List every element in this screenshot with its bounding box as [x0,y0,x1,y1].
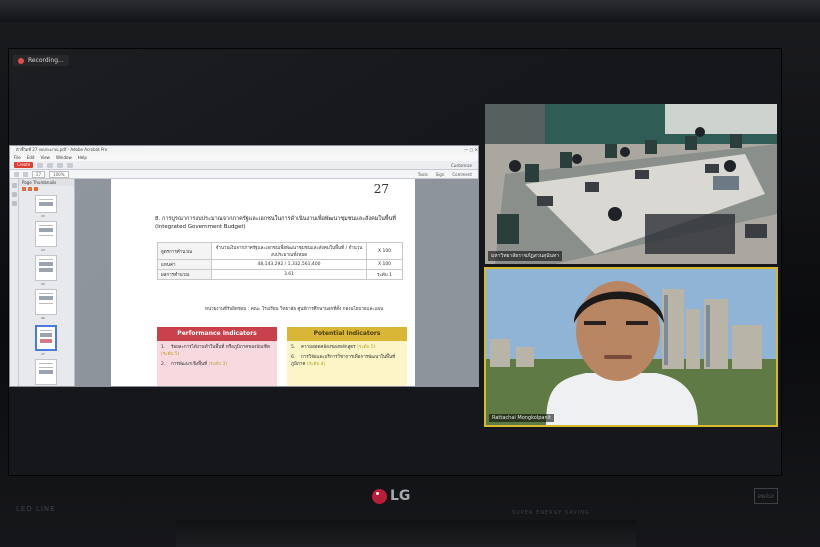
energy-cert-badge: ENERGY [754,488,778,504]
tab-tools[interactable]: Tools [418,172,428,177]
pdf-menu-bar: File Edit View Window Help [10,154,478,161]
monitor-model-label: LED LINE [16,505,56,513]
substitution-label: แทนค่า [157,259,212,270]
bookmarks-icon[interactable] [11,192,17,197]
window-controls[interactable]: — ▢ ✕ [464,146,478,154]
page-thumbnail[interactable] [35,195,57,213]
speaker-video-tile[interactable]: Rattachai Mongkolpanit [484,267,778,427]
navigation-pane-bar [10,179,19,386]
thumbnails-panel-title: Page Thumbnails [19,179,74,186]
formula-multiplier: X 100 [366,242,403,260]
performance-indicators-title: Performance Indicators [157,327,277,341]
page-thumbnail[interactable] [35,255,57,281]
pdf-title-bar: ตัวชี้วัดที่ 27 งบประมาณ.pdf - Adobe Acr… [10,146,478,154]
prev-page-icon[interactable] [14,171,19,177]
thumbnail-delete-icon[interactable] [28,187,32,191]
table-row: สูตรการคำนวณ จำนวนเงินจากภาครัฐและเอกชนเ… [157,242,403,260]
page-thumbnail[interactable] [35,289,57,315]
thumbnail-page-number: 27 [41,352,45,356]
pdf-viewer-window: ตัวชี้วัดที่ 27 งบประมาณ.pdf - Adobe Acr… [9,145,479,387]
result-value: 3.61 [211,269,367,280]
pdf-toolbar: Create Customize [10,161,478,170]
menu-file[interactable]: File [14,154,21,161]
thumbnail-page-number: 28 [41,386,45,387]
brand-logo: LG [372,488,410,504]
email-icon[interactable] [67,162,74,168]
room-participant-label: มหาวิทยาลัยราชภัฏสวนสุนันทา [488,251,563,261]
page-thumbnail[interactable] [35,359,57,385]
menu-edit[interactable]: Edit [27,154,35,161]
page-thumbnail[interactable] [35,221,57,247]
page-thumbnail-selected[interactable] [35,325,57,351]
formula-label: สูตรการคำนวณ [157,242,212,260]
meeting-room-video [485,104,777,264]
pdf-body: Page Thumbnails 23 24 25 26 27 28 [10,179,478,386]
open-icon[interactable] [37,162,44,168]
customize-button[interactable]: Customize [451,163,472,168]
potential-indicators-box: Potential Indicators 5. ความสอดคล้องของหล… [287,327,407,386]
speaker-participant-label: Rattachai Mongkolpanit [489,414,555,422]
thumbnail-page-number: 25 [41,282,45,286]
lg-logo-icon [372,488,387,504]
list-item: 5. ความสอดคล้องของหลักสูตร (ระดับ 5) [291,345,376,350]
menu-help[interactable]: Help [78,154,87,161]
page-thumbnails-icon[interactable] [11,183,17,188]
formula-value: จำนวนเงินจากภาครัฐและเอกชนเพื่อพัฒนาชุมช… [211,242,367,260]
tab-sign[interactable]: Sign [436,172,445,177]
potential-indicators-title: Potential Indicators [287,327,407,341]
formula-table: สูตรการคำนวณ จำนวนเงินจากภาครัฐและเอกชนเ… [157,242,403,280]
attachments-icon[interactable] [11,201,17,206]
list-item: 1. ร้อยละการได้งานทำในพื้นที่ หรือภูมิภาค… [161,345,270,357]
substitution-multiplier: X 100 [366,259,403,270]
menu-window[interactable]: Window [56,154,72,161]
monitor-feature-label: SUPER ENERGY SAVING [512,510,590,516]
result-label: ผลการคำนวณ [157,269,212,280]
meeting-room-video-tile[interactable]: มหาวิทยาลัยราชภัฏสวนสุนันทา [485,104,777,264]
indicator-heading: 8. การบูรณาการงบประมาณจากภาครัฐและเอกชนใ… [155,216,396,230]
speaker-video [486,269,776,425]
recording-icon [18,57,24,64]
pdf-nav-bar: 27 100% Tools Sign Comment [10,170,478,179]
next-page-icon[interactable] [23,171,28,177]
thumbnail-page-number: 24 [41,248,45,252]
print-icon[interactable] [57,162,64,168]
list-item: 2. การพัฒนาเชิงพื้นที่ (ระดับ 3) [161,362,227,367]
thumbnail-options-icon[interactable] [22,187,26,191]
result-level: ระดับ 1 [366,269,403,280]
performance-indicators-box: Performance Indicators 1. ร้อยละการได้งาน… [157,327,277,386]
page-number: 27 [373,182,389,196]
monitor-top-edge [0,0,820,22]
table-row: แทนค่า 48,143,292 / 1,332,561,400 X 100 [157,259,403,270]
thumbnail-page-number: 23 [41,214,45,218]
substitution-value: 48,143,292 / 1,332,561,400 [211,259,367,270]
page-thumbnails-panel: Page Thumbnails 23 24 25 26 27 28 [19,179,75,386]
save-icon[interactable] [47,162,54,168]
pdf-page: 27 8. การบูรณาการงบประมาณจากภาครัฐและเอก… [111,179,415,386]
thumbnail-page-number: 26 [41,316,45,320]
recording-indicator[interactable]: Recording... [13,55,69,66]
brand-name: LG [390,488,411,504]
tab-comment[interactable]: Comment [452,172,472,177]
monitor-screen: Recording... ตัวชี้วัดที่ 27 งบประมาณ.pd… [8,48,782,476]
create-button[interactable]: Create [14,162,34,168]
thumbnail-tools [19,186,74,192]
thumbnail-rotate-icon[interactable] [34,187,38,191]
zoom-level-field[interactable]: 100% [49,170,69,178]
menu-view[interactable]: View [40,154,50,161]
list-item: 6. การวิจัยและบริการวิชาการเพื่อการพัฒนาใ… [291,355,396,367]
document-area[interactable]: 27 8. การบูรณาการงบประมาณจากภาครัฐและเอก… [75,179,478,386]
table-row: ผลการคำนวณ 3.61 ระดับ 1 [157,269,403,280]
responsible-units: หน่วยงานที่รับผิดชอบ : คณะ โรงเรียน วิทย… [205,307,384,312]
recording-label: Recording... [28,57,64,64]
monitor-stand [176,520,636,547]
page-number-field[interactable]: 27 [32,170,46,178]
pdf-window-title: ตัวชี้วัดที่ 27 งบประมาณ.pdf - Adobe Acr… [16,147,108,152]
